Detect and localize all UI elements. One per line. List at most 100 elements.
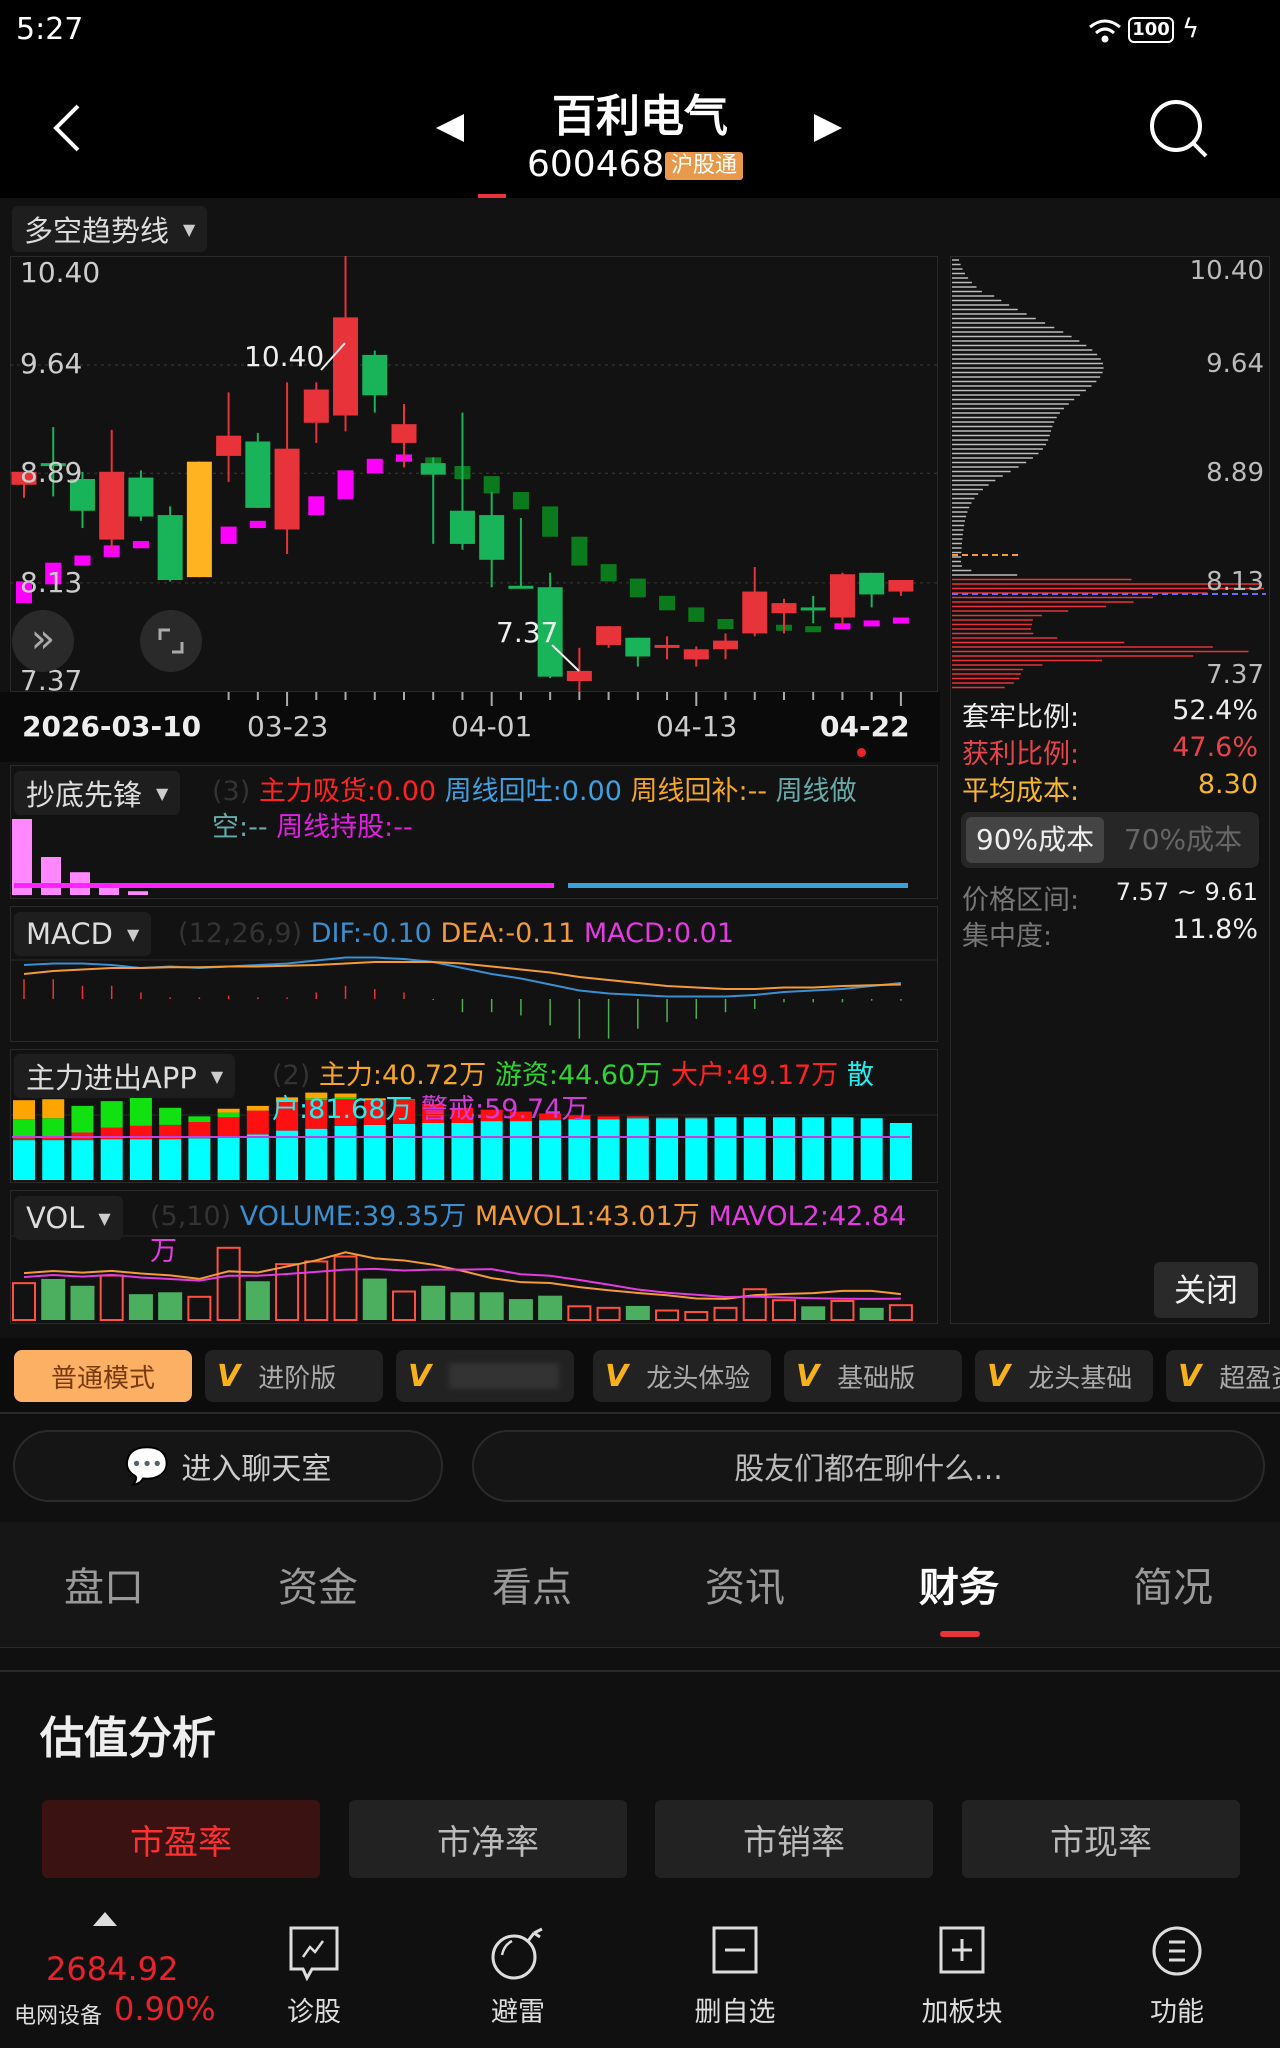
tab-highlights[interactable]: 看点 [492, 1555, 572, 1613]
functions-label[interactable]: 功能 [1150, 1990, 1204, 2029]
retail-bar [334, 1125, 357, 1180]
next-stock-icon[interactable] [812, 112, 844, 144]
status-time: 5:27 [16, 12, 84, 47]
tab-news[interactable]: 资讯 [705, 1555, 785, 1613]
mode-label: 基础版 [837, 1363, 916, 1394]
candle [713, 640, 739, 650]
mode-label: 龙头体验 [646, 1363, 751, 1394]
tab-overview[interactable]: 简况 [1133, 1555, 1213, 1613]
diagnose-label[interactable]: 诊股 [287, 1990, 341, 2029]
diagnose-icon[interactable] [288, 1925, 340, 1983]
param: (5,10) [150, 1201, 232, 1232]
candle [859, 572, 885, 595]
close-button[interactable]: 关闭 [1154, 1262, 1258, 1318]
price-tick: 8.89 [1206, 458, 1264, 488]
tab-funds[interactable]: 资金 [278, 1555, 358, 1613]
volume-bar [771, 1299, 796, 1321]
retail-bar [597, 1119, 620, 1180]
indicator-label: VOL [26, 1201, 85, 1235]
mode-normal[interactable]: 普通模式 [14, 1350, 192, 1402]
mode-label: 超盈资 [1219, 1363, 1280, 1394]
valuation-title: 估值分析 [40, 1713, 216, 1764]
indicator-dropdown[interactable]: 多空趋势线 ▼ [12, 206, 208, 252]
chevron-down-icon: ▼ [183, 219, 196, 239]
volume-bar [479, 1292, 504, 1320]
expand-panel-icon[interactable]: » [12, 610, 74, 672]
volume-bar [421, 1285, 446, 1320]
trend-mark [659, 595, 676, 611]
dif-value: DIF:-0.10 [310, 918, 432, 949]
bottom-signal-dropdown[interactable]: 抄底先锋 ▼ [14, 771, 181, 815]
main-bar [42, 1099, 65, 1119]
mode-basic[interactable]: V 基础版 [784, 1350, 962, 1402]
tab-finance[interactable]: 财务 [919, 1555, 999, 1613]
big-bar [656, 1117, 679, 1119]
mode-advanced[interactable]: V 进阶版 [205, 1350, 383, 1402]
macd-dropdown[interactable]: MACD ▼ [14, 912, 152, 956]
mode-label: 龙头基础 [1028, 1363, 1133, 1394]
vip-icon: V [408, 1358, 432, 1394]
pcf-ratio-button[interactable]: 市现率 [962, 1800, 1240, 1878]
bomb-icon[interactable] [490, 1925, 546, 1983]
trend-mark [337, 470, 354, 500]
battery-icon: 100 [1128, 17, 1174, 43]
menu-icon[interactable] [1151, 1925, 1203, 1977]
candle [829, 574, 855, 618]
remove-watchlist-icon[interactable] [711, 1925, 759, 1975]
value: 散 [846, 1060, 874, 1091]
retail-bar [422, 1123, 445, 1180]
date-tick: 2026-03-10 [22, 710, 202, 743]
trend-mark [483, 476, 500, 494]
bottom-signal-values-2: 空:-- 周线持股:-- [212, 810, 413, 846]
chevron-down-icon: ▼ [156, 783, 169, 803]
flow-dropdown[interactable]: 主力进出APP ▼ [14, 1054, 236, 1098]
chip-price-axis: 10.40 9.64 8.89 8.13 7.37 [1180, 256, 1264, 692]
expand-up-icon[interactable] [93, 1912, 117, 1926]
retail-bar [509, 1121, 532, 1180]
mode-blurred[interactable]: V [396, 1350, 574, 1402]
hot-bar [129, 1097, 152, 1126]
vip-icon: V [605, 1358, 629, 1394]
sector-name[interactable]: 电网设备 [14, 1998, 102, 2030]
value: 8.30 [1197, 769, 1258, 800]
search-icon[interactable] [1148, 98, 1210, 160]
bottom-signal-values: (3) 主力吸货:0.00 周线回吐:0.00 周线回补:-- 周线做 [212, 774, 857, 810]
hot-bar [42, 1118, 65, 1138]
trend-mark [366, 458, 383, 474]
tab-handicap[interactable]: 盘口 [64, 1555, 144, 1613]
trend-mark [805, 626, 822, 633]
mode-leader-trial[interactable]: V 龙头体验 [593, 1350, 771, 1402]
label: 获利比例: [962, 739, 1080, 770]
price-tick: 8.89 [20, 456, 83, 489]
mode-super-profit[interactable]: V 超盈资 [1166, 1350, 1280, 1402]
volume-bar [801, 1306, 826, 1320]
add-sector-label[interactable]: 加板块 [922, 1990, 1003, 2029]
tab-90-cost[interactable]: 90%成本 [966, 817, 1104, 863]
volume-bar [99, 1274, 124, 1321]
chat-topics-button[interactable]: 股友们都在聊什么... [472, 1430, 1265, 1502]
candle [771, 603, 797, 614]
tab-70-cost[interactable]: 70%成本 [1113, 817, 1253, 863]
retail-bar [392, 1123, 415, 1180]
pb-ratio-button[interactable]: 市净率 [349, 1800, 627, 1878]
pe-ratio-button[interactable]: 市盈率 [42, 1800, 320, 1878]
sector-index-value[interactable]: 2684.92 [46, 1950, 178, 1988]
volume-bar [158, 1292, 183, 1320]
remove-watchlist-label[interactable]: 删自选 [695, 1990, 776, 2029]
ps-ratio-button[interactable]: 市销率 [655, 1800, 933, 1878]
stock-header: 百利电气 600468 沪股通 [0, 60, 1280, 198]
vip-icon: V [987, 1358, 1011, 1394]
enter-chat-button[interactable]: 💬 进入聊天室 [13, 1430, 443, 1502]
volume-dropdown[interactable]: VOL ▼ [14, 1196, 123, 1240]
add-sector-icon[interactable] [938, 1925, 986, 1975]
mode-leader-basic[interactable]: V 龙头基础 [975, 1350, 1153, 1402]
date-tick: 03-23 [247, 710, 329, 743]
value: 周线做 [775, 776, 857, 807]
big-bar [597, 1116, 620, 1120]
mode-label: 进阶版 [258, 1363, 337, 1394]
avoid-risk-label[interactable]: 避雷 [491, 1990, 545, 2029]
fullscreen-icon[interactable] [140, 610, 202, 672]
hot-bar [217, 1112, 240, 1118]
volume-bar [625, 1305, 650, 1320]
volume-bar [596, 1306, 621, 1321]
